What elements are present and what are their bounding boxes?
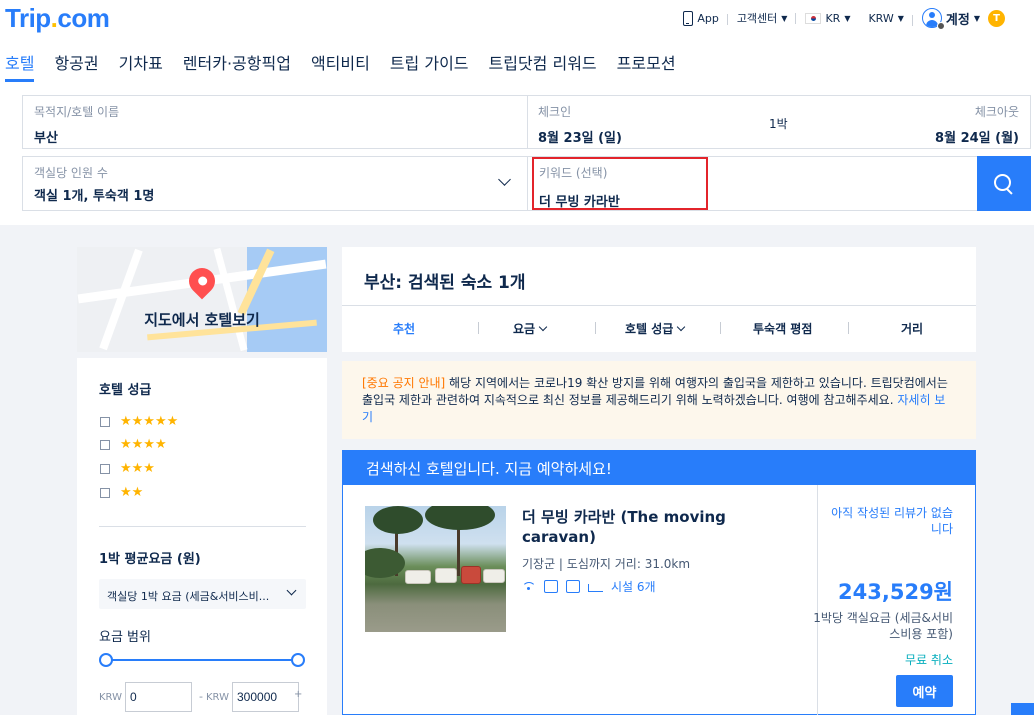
map-pin-icon [183, 262, 221, 300]
star-filter-4[interactable]: ★★★★ [100, 437, 167, 452]
destination-field[interactable]: 목적지/호텔 이름 부산 [22, 95, 528, 149]
front-desk-icon [544, 580, 558, 593]
search-icon [994, 173, 1014, 194]
chevron-down-icon [538, 322, 548, 332]
free-cancel-label: 무료 취소 [905, 653, 953, 667]
nav-activities[interactable]: 액티비티 [311, 50, 370, 82]
sort-price[interactable]: 요금 [513, 320, 548, 337]
star-icons: ★★★★ [120, 437, 167, 452]
star-filter-3[interactable]: ★★★ [100, 461, 155, 476]
facility-count-link[interactable]: 시설 6개 [611, 578, 656, 595]
support-menu[interactable]: 고객센터 ▼ [728, 10, 797, 26]
star-filter-2[interactable]: ★★ [100, 485, 143, 500]
search-button[interactable] [977, 156, 1031, 211]
date-range-field[interactable]: 체크인 8월 23일 (일) 1박 체크아웃 8월 24일 (월) [527, 95, 1031, 149]
hotel-name[interactable]: 더 무빙 카라반 (The moving caravan) [522, 507, 762, 547]
results-header: 부산: 검색된 숙소 1개 추천 요금 호텔 성급 투숙객 평점 거리 [342, 247, 976, 352]
map-view-label: 지도에서 호텔보기 [144, 311, 260, 329]
bed-icon [588, 584, 603, 592]
star-filter-5[interactable]: ★★★★★ [100, 414, 178, 429]
hotel-search-form: 목적지/호텔 이름 부산 체크인 8월 23일 (일) 1박 체크아웃 8월 2… [22, 95, 1032, 212]
searched-hotel-banner: 검색하신 호텔입니다. 지금 예약하세요! [342, 450, 976, 485]
price-range-slider[interactable] [105, 659, 298, 661]
caret-down-icon: ▼ [897, 13, 904, 23]
sort-distance[interactable]: 거리 [901, 320, 923, 337]
star-icons: ★★★★★ [120, 414, 179, 429]
korea-flag-icon [805, 12, 822, 24]
nav-rewards[interactable]: 트립닷컴 리워드 [489, 50, 597, 82]
chevron-down-icon [286, 585, 297, 596]
nav-trip-guide[interactable]: 트립 가이드 [390, 50, 469, 82]
results-title: 부산: 검색된 숙소 1개 [364, 273, 526, 293]
checkin-date[interactable]: 8월 23일 (일) [538, 127, 622, 146]
max-price-input[interactable] [232, 682, 299, 712]
filter-panel: 호텔 성급 ★★★★★ ★★★★ ★★★ ★★ 1박 평균요금 (원) 객실당 … [77, 358, 327, 715]
feedback-float-button[interactable] [1011, 703, 1034, 715]
price-note: 1박당 객실요금 (세금&서비스비용 포함) [813, 611, 953, 641]
sort-guest-rating[interactable]: 투숙객 평점 [753, 320, 812, 337]
no-review-text: 아직 작성된 리뷰가 없습니다 [831, 506, 953, 536]
guests-field[interactable]: 객실당 인원 수 객실 1개, 투숙객 1명 [22, 156, 528, 211]
main-nav: 호텔 항공권 기차표 렌터카·공항픽업 액티비티 트립 가이드 트립닷컴 리워드… [0, 50, 691, 82]
hotel-photo[interactable] [365, 506, 506, 632]
caret-down-icon: ▼ [781, 13, 788, 23]
destination-value: 부산 [34, 131, 58, 146]
min-price-input[interactable] [125, 682, 192, 712]
notice-tag: [중요 공지 안내] [362, 376, 446, 390]
keyword-highlight-box [532, 157, 708, 210]
safe-icon [566, 580, 580, 593]
trip-logo[interactable]: Trip.com [5, 3, 110, 34]
checkbox[interactable] [100, 416, 110, 427]
sort-star-rating[interactable]: 호텔 성급 [625, 320, 686, 337]
top-utility-bar: App 고객센터 ▼ KR ▼ KRW ▼ 계정 ▼ T [674, 8, 1014, 30]
nav-car-rental[interactable]: 렌터카·공항픽업 [183, 50, 291, 82]
nights-count: 1박 [769, 117, 788, 131]
checkbox[interactable] [100, 439, 110, 450]
covid-notice: [중요 공지 안내] 해당 지역에서는 코로나19 확산 방지를 위해 여행자의… [342, 361, 976, 439]
account-menu[interactable]: 계정 ▼ T [913, 8, 1014, 30]
slider-min-handle[interactable] [99, 653, 113, 667]
nav-hotel[interactable]: 호텔 [5, 50, 35, 82]
hotel-location: 기장군 | 도심까지 거리: 31.0km [522, 557, 691, 571]
header: Trip.com App 고객센터 ▼ KR ▼ KRW ▼ 계정 ▼ T 호텔 항공권… [0, 0, 1034, 225]
trip-coin-icon[interactable]: T [988, 9, 1005, 27]
hotel-card[interactable]: 더 무빙 카라반 (The moving caravan) 기장군 | 도심까지… [342, 485, 976, 715]
price-type-select[interactable]: 객실당 1박 요금 (세금&서비스비... [99, 579, 306, 609]
caret-down-icon: ▼ [973, 13, 980, 23]
checkout-date[interactable]: 8월 24일 (월) [935, 127, 1019, 146]
chevron-down-icon [498, 173, 511, 186]
phone-icon [683, 10, 694, 26]
language-menu[interactable]: KR ▼ [796, 12, 859, 25]
price-range-title: 요금 범위 [99, 630, 151, 645]
hotel-rating-title: 호텔 성급 [99, 383, 152, 398]
price-title: 1박 평균요금 (원) [99, 552, 201, 567]
nav-promotions[interactable]: 프로모션 [617, 50, 676, 82]
slider-max-handle[interactable] [291, 653, 305, 667]
caret-down-icon: ▼ [844, 13, 851, 23]
guests-value: 객실 1개, 투숙객 1명 [34, 189, 155, 204]
settings-badge-icon [936, 22, 945, 30]
checkbox[interactable] [100, 463, 110, 474]
nav-flights[interactable]: 항공권 [54, 50, 98, 82]
currency-menu[interactable]: KRW ▼ [859, 12, 914, 26]
chevron-down-icon [677, 322, 686, 332]
wifi-icon [522, 581, 536, 592]
map-view-card[interactable]: 지도에서 호텔보기 [77, 247, 327, 352]
book-button[interactable]: 예약 [896, 675, 953, 707]
app-link[interactable]: App [674, 10, 728, 26]
amenity-list: 시설 6개 [522, 578, 656, 595]
checkbox[interactable] [100, 487, 110, 498]
star-icons: ★★ [120, 485, 144, 500]
price-column: 아직 작성된 리뷰가 없습니다 243,529원 1박당 객실요금 (세금&서비… [813, 485, 977, 715]
sort-recommended[interactable]: 추천 [393, 320, 415, 337]
hotel-price: 243,529원 [838, 580, 953, 604]
star-icons: ★★★ [120, 461, 155, 476]
nav-trains[interactable]: 기차표 [119, 50, 163, 82]
